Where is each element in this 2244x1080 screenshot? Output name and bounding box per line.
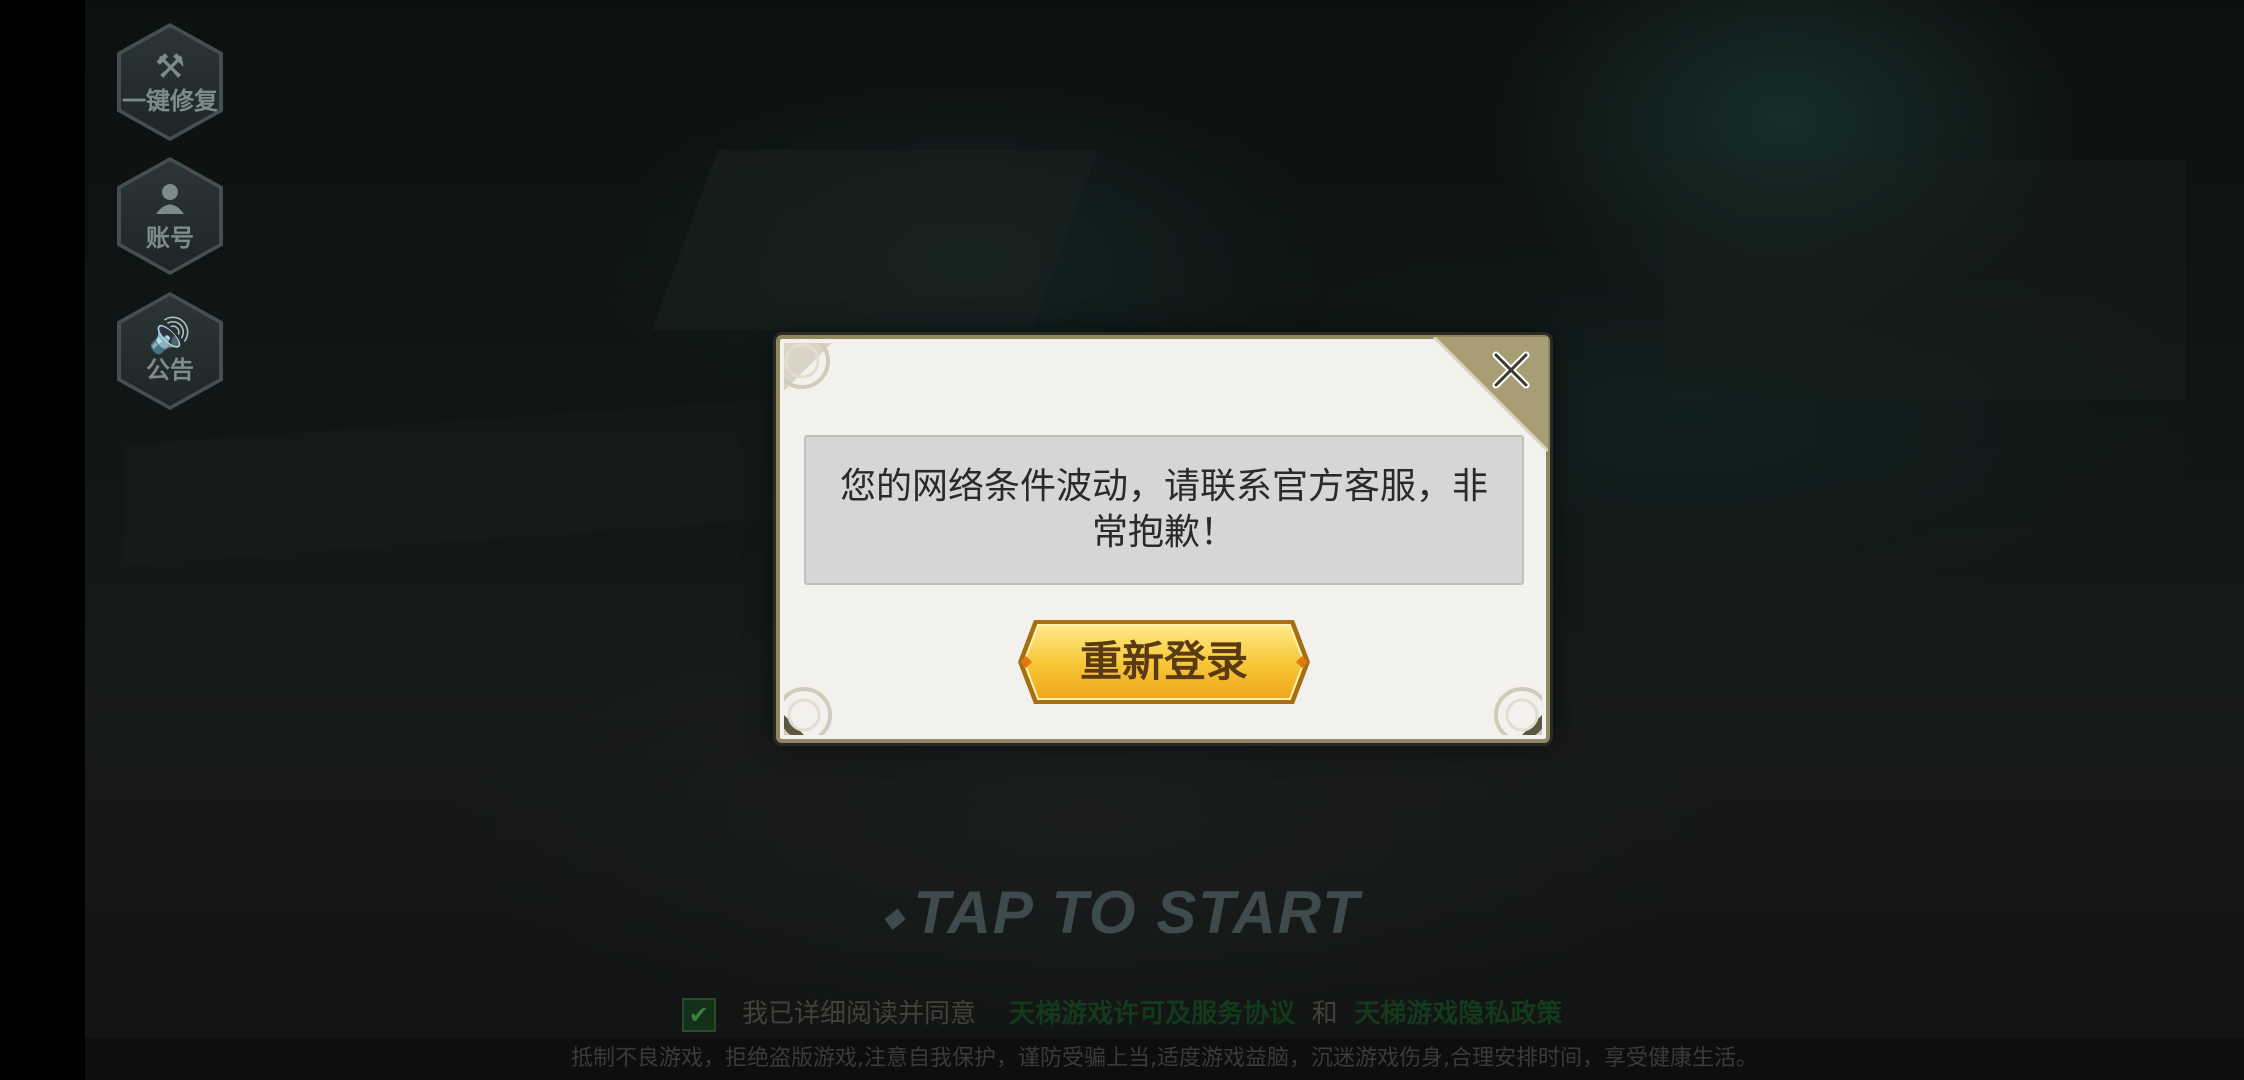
relogin-label: 重新登录 [1079, 637, 1248, 686]
announcement-label: 公告 [146, 356, 194, 384]
corner-ornament-icon [1494, 687, 1542, 735]
repair-tools-icon: ⚒ [154, 47, 186, 87]
agreement-and: 和 [1311, 999, 1338, 1029]
health-notice: 抵制不良游戏，拒绝盗版游戏,注意自我保护，谨防受骗上当,适度游戏益脑，沉迷游戏伤… [85, 1038, 2244, 1080]
speaker-announcement-icon: 🔊 [148, 316, 192, 356]
error-message-text: 您的网络条件波动，请联系官方客服，非常抱歉！ [839, 466, 1488, 553]
corner-ornament-icon [784, 687, 832, 735]
privacy-policy-link[interactable]: 天梯游戏隐私政策 [1354, 999, 1562, 1029]
agreement-row: ✔ 我已详细阅读并同意 天梯游戏许可及服务协议 和 天梯游戏隐私政策 [0, 993, 2244, 1032]
diamond-icon: ◆ [883, 901, 906, 932]
tap-to-start[interactable]: ◆ TAP TO START [0, 878, 2244, 947]
account-label: 账号 [146, 223, 194, 252]
license-agreement-link[interactable]: 天梯游戏许可及服务协议 [1009, 999, 1295, 1029]
checkmark-icon: ✔ [688, 1000, 709, 1029]
relogin-button[interactable]: 重新登录 [1016, 616, 1312, 708]
repair-label: 一键修复 [122, 87, 218, 115]
error-message: 您的网络条件波动，请联系官方客服，非常抱歉！ [804, 435, 1524, 585]
tap-to-start-label: TAP TO START [913, 879, 1361, 946]
network-error-dialog: 您的网络条件波动，请联系官方客服，非常抱歉！ 重新登录 [776, 335, 1550, 743]
corner-ornament-icon [784, 343, 832, 391]
agreement-prefix: 我已详细阅读并同意 [742, 999, 977, 1029]
agreement-checkbox[interactable]: ✔ [681, 997, 716, 1032]
account-person-icon [153, 181, 187, 222]
